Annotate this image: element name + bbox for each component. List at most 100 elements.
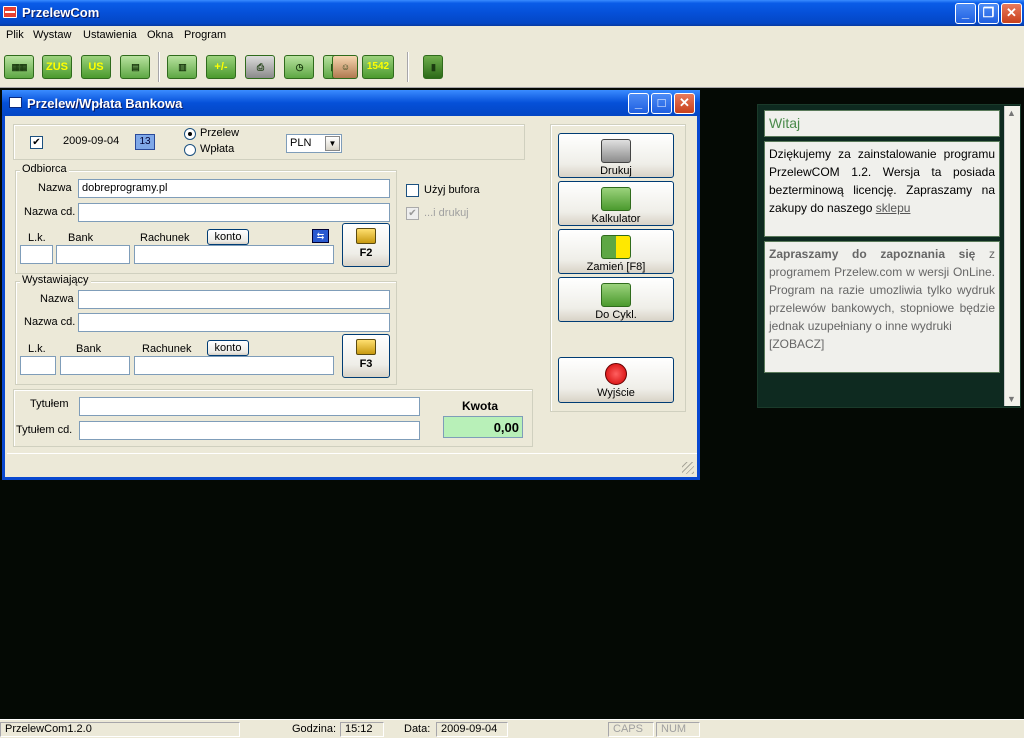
zus-button[interactable]: ZUS bbox=[42, 55, 72, 79]
app-title: PrzelewCom bbox=[22, 5, 100, 20]
welcome-title: Witaj bbox=[764, 110, 1000, 137]
odbiorca-address-book-button[interactable]: F2 bbox=[342, 223, 390, 267]
divider bbox=[7, 453, 697, 454]
calculator-icon bbox=[601, 187, 631, 211]
welcome-scrollbar[interactable]: ▲ ▼ bbox=[1004, 106, 1020, 406]
menu-bar: Plik Wystaw Ustawienia Okna Program bbox=[0, 26, 1024, 46]
calendar-button[interactable]: 13 bbox=[135, 134, 155, 150]
radio-przelew-label: Przelew bbox=[200, 127, 240, 139]
odbiorca-lk-input[interactable] bbox=[20, 245, 53, 264]
chevron-down-icon[interactable]: ▼ bbox=[325, 136, 340, 151]
menu-ustawienia[interactable]: Ustawienia bbox=[83, 29, 137, 41]
do-cykl-button[interactable]: Do Cykl. bbox=[558, 277, 674, 322]
drukuj-checkbox[interactable]: ✔ bbox=[406, 207, 419, 220]
clock-icon[interactable]: ◷ bbox=[284, 55, 314, 79]
odbiorca-nazwacd-label: Nazwa cd. bbox=[24, 206, 76, 218]
wystawiajacy-nazwa-input[interactable] bbox=[78, 290, 390, 309]
book-icon bbox=[356, 228, 376, 244]
menu-wystaw[interactable]: Wystaw bbox=[33, 29, 71, 41]
tytulemcd-input[interactable] bbox=[79, 421, 420, 440]
minimize-button[interactable]: _ bbox=[955, 3, 976, 24]
odbiorca-lk-label: L.k. bbox=[28, 232, 46, 244]
status-data-label: Data: bbox=[404, 723, 431, 735]
wystawiajacy-nazwa-label: Nazwa bbox=[40, 293, 74, 305]
drukuj-button[interactable]: Drukuj bbox=[558, 133, 674, 178]
book-icon bbox=[356, 339, 376, 355]
exit-icon bbox=[605, 363, 627, 385]
tytulem-input[interactable] bbox=[79, 397, 420, 416]
printer-icon[interactable]: ⎙ bbox=[245, 55, 275, 79]
odbiorca-bank-input[interactable] bbox=[56, 245, 130, 264]
radio-wplata-label: Wpłata bbox=[200, 143, 235, 155]
transfer-icon[interactable]: ▥ bbox=[167, 55, 197, 79]
wystawiajacy-bank-label: Bank bbox=[76, 343, 102, 355]
child-minimize-button[interactable]: _ bbox=[628, 93, 649, 114]
scroll-up-icon[interactable]: ▲ bbox=[1007, 108, 1016, 118]
bufor-label: Użyj bufora bbox=[424, 184, 480, 196]
odbiorca-konto-button[interactable]: konto bbox=[207, 229, 249, 245]
drukuj-label: Drukuj bbox=[600, 165, 632, 177]
odbiorca-nazwa-input[interactable]: dobreprogramy.pl bbox=[78, 179, 390, 198]
document-icon[interactable]: ▤ bbox=[120, 55, 150, 79]
wyjscie-button[interactable]: Wyjście bbox=[558, 357, 674, 403]
bufor-checkbox[interactable] bbox=[406, 184, 419, 197]
radio-przelew[interactable] bbox=[184, 128, 196, 140]
wystawiajacy-rachunek-input[interactable] bbox=[134, 356, 334, 375]
kalkulator-button[interactable]: Kalkulator bbox=[558, 181, 674, 226]
user-icon[interactable]: ☺ bbox=[332, 55, 358, 79]
odbiorca-rachunek-input[interactable] bbox=[134, 245, 334, 264]
toolbar-separator bbox=[158, 52, 160, 82]
keyboard-icon[interactable]: ▦▦ bbox=[4, 55, 34, 79]
child-maximize-button[interactable]: □ bbox=[651, 93, 672, 114]
wystawiajacy-address-book-button[interactable]: F3 bbox=[342, 334, 390, 378]
date-value: 2009-09-04 bbox=[63, 135, 120, 147]
app-title-bar: PrzelewCom _ ❐ ✕ bbox=[0, 0, 1024, 26]
f2-label: F2 bbox=[359, 247, 373, 259]
close-button[interactable]: ✕ bbox=[1001, 3, 1022, 24]
menu-program[interactable]: Program bbox=[184, 29, 226, 41]
kwota-input[interactable]: 0,00 bbox=[443, 416, 523, 438]
wystawiajacy-nazwacd-label: Nazwa cd. bbox=[24, 316, 76, 328]
scroll-down-icon[interactable]: ▼ bbox=[1007, 394, 1016, 404]
zamien-button[interactable]: Zamień [F8] bbox=[558, 229, 674, 274]
tytulemcd-label: Tytułem cd. bbox=[16, 424, 73, 436]
zamien-label: Zamień [F8] bbox=[586, 261, 646, 273]
code-1542-button[interactable]: 1542 bbox=[362, 55, 394, 79]
calculator-plusminus-button[interactable]: +/- bbox=[206, 55, 236, 79]
printer-icon bbox=[601, 139, 631, 163]
tytulem-label: Tytułem bbox=[30, 398, 69, 410]
wystawiajacy-lk-input[interactable] bbox=[20, 356, 56, 375]
status-num: NUM bbox=[656, 722, 700, 737]
online-text-box: Zapraszamy do zapoznania się z programem… bbox=[764, 241, 1000, 373]
welcome-text-box: Dziękujemy za zainstalowanie programu Pr… bbox=[764, 141, 1000, 237]
sklep-link[interactable]: sklepu bbox=[876, 201, 911, 215]
transfer-window-title: Przelew/Wpłata Bankowa bbox=[27, 96, 183, 111]
us-button[interactable]: US bbox=[81, 55, 111, 79]
menu-okna[interactable]: Okna bbox=[147, 29, 173, 41]
resize-grip-icon[interactable] bbox=[682, 462, 694, 474]
status-godzina-label: Godzina: bbox=[292, 723, 337, 735]
wystawiajacy-nazwacd-input[interactable] bbox=[78, 313, 390, 332]
zobacz-link[interactable]: [ZOBACZ] bbox=[769, 335, 995, 353]
do-cykl-label: Do Cykl. bbox=[595, 309, 637, 321]
toolbar: ▦▦ ZUS US ▤ ▥ +/- ⎙ ◷ ▦▦ ☺ 1542 ▮ bbox=[0, 46, 1024, 88]
transfer-window-title-bar: Przelew/Wpłata Bankowa _ □ ✕ bbox=[2, 90, 700, 116]
date-checkbox[interactable]: ✔ bbox=[30, 136, 43, 149]
child-close-button[interactable]: ✕ bbox=[674, 93, 695, 114]
status-bar: PrzelewCom1.2.0 Godzina: 15:12 Data: 200… bbox=[0, 719, 1024, 738]
menu-plik[interactable]: Plik bbox=[6, 29, 24, 41]
restore-button[interactable]: ❐ bbox=[978, 3, 999, 24]
wystawiajacy-bank-input[interactable] bbox=[60, 356, 130, 375]
odbiorca-nazwacd-input[interactable] bbox=[78, 203, 390, 222]
status-godzina: 15:12 bbox=[340, 722, 384, 737]
drukuj-label: ...i drukuj bbox=[424, 207, 469, 219]
currency-select[interactable]: PLN ▼ bbox=[286, 134, 342, 153]
kalkulator-label: Kalkulator bbox=[591, 213, 641, 225]
bank-lookup-icon[interactable]: ⇆ bbox=[312, 229, 329, 243]
radio-wplata[interactable] bbox=[184, 144, 196, 156]
wystawiajacy-lk-label: L.k. bbox=[28, 343, 46, 355]
clock-icon bbox=[601, 283, 631, 307]
swap-icon bbox=[601, 235, 631, 259]
exit-door-icon[interactable]: ▮ bbox=[423, 55, 443, 79]
wystawiajacy-konto-button[interactable]: konto bbox=[207, 340, 249, 356]
